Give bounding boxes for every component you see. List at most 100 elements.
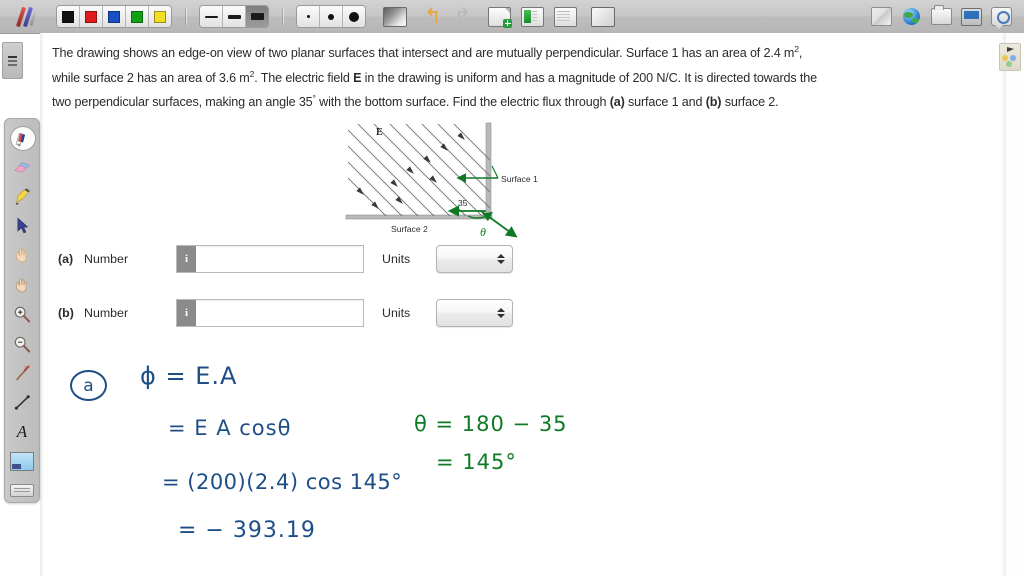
pen-set-icon[interactable] [16, 5, 42, 29]
text-tool-label: A [16, 422, 28, 442]
panel-tool[interactable] [9, 480, 35, 502]
color-swatch-group[interactable] [56, 5, 172, 28]
handwriting-green-line-1: θ = 180 − 35 [414, 412, 568, 436]
color-swatch-blue[interactable] [103, 6, 126, 27]
highlighter-tool[interactable] [9, 185, 35, 207]
answer-a-units-select[interactable] [436, 245, 513, 273]
hand-tool[interactable] [9, 273, 35, 295]
zoom-in-tool[interactable] [9, 303, 35, 325]
statement-line-3b: with the bottom surface. Find the electr… [315, 95, 610, 110]
toolbar-divider [185, 8, 186, 25]
dot-size-group[interactable] [296, 5, 366, 28]
theta-label: θ [480, 225, 486, 239]
toolbar-right-group [871, 5, 1024, 29]
answer-b-units-label: Units [382, 306, 411, 320]
surface-1-leader-tick [491, 165, 499, 179]
panel-icon [10, 484, 34, 498]
folder-icon[interactable] [931, 5, 952, 26]
answer-b-part-label: (b) [58, 306, 74, 320]
info-icon[interactable]: i [177, 300, 196, 326]
color-swatch-red[interactable] [80, 6, 103, 27]
surface-1-label: Surface 1 [501, 174, 538, 184]
answer-a-number-input[interactable] [196, 246, 363, 272]
zoom-in-icon [14, 306, 31, 323]
note-icon[interactable] [871, 7, 892, 26]
toolbar-divider [282, 8, 283, 25]
color-swatch-black[interactable] [57, 6, 80, 27]
answer-a-part-label: (a) [58, 252, 74, 266]
surface-1-wall [485, 122, 492, 218]
color-swatch-yellow[interactable] [149, 6, 171, 27]
info-icon[interactable]: i [177, 246, 196, 272]
dot-size-small[interactable] [297, 6, 320, 27]
dot-size-medium[interactable] [320, 6, 343, 27]
color-swatch-green[interactable] [126, 6, 149, 27]
eraser-icon [14, 161, 30, 173]
snapshot-icon [10, 451, 34, 471]
statement-line-2a: 2.4 m [763, 46, 795, 61]
handwriting-line-3: = (200)(2.4) cos 145° [162, 470, 403, 494]
angle-35-label: 35 [458, 198, 468, 208]
statement-line-4a: surface 1 and [628, 95, 706, 110]
undo-icon[interactable]: ↰ [424, 6, 442, 27]
handwriting-line-1: ϕ = E.A [140, 362, 238, 390]
statement-line-4b: surface 2. [721, 95, 779, 110]
handwriting-line-2: = E A cosθ [168, 416, 292, 440]
answer-b-number-input[interactable] [196, 300, 363, 326]
physics-diagram: E Surface 1 Surface 2 35 θ [340, 118, 560, 240]
field-label-E: E [376, 127, 383, 138]
image-icon[interactable] [383, 6, 407, 27]
laser-icon [15, 365, 29, 381]
tool-palette: A [4, 118, 40, 503]
surface-2-label: Surface 2 [391, 224, 428, 234]
snapshot-tool[interactable] [9, 450, 35, 472]
line-tool[interactable] [9, 391, 35, 413]
eraser-tool[interactable] [9, 155, 35, 177]
line-width-thick[interactable] [246, 6, 268, 27]
part-b-marker: (b) [705, 95, 722, 110]
problem-statement: The drawing shows an edge-on view of two… [52, 39, 817, 113]
sidebar-toggle[interactable] [2, 42, 23, 79]
dot-size-large[interactable] [343, 6, 365, 27]
pen-tool[interactable] [9, 126, 36, 152]
stepper-arrows-icon [497, 254, 505, 264]
right-gutter [1006, 33, 1024, 576]
zoom-out-icon [14, 336, 31, 353]
globe-icon[interactable] [901, 7, 922, 26]
whiteboard-app: ↰ ↱ A The drawing shows an edge-on view … [0, 0, 1024, 576]
line-icon [14, 395, 30, 411]
statement-line-2c: . The electric field [254, 70, 354, 85]
pointer-tool[interactable] [9, 214, 35, 236]
text-tool[interactable]: A [9, 421, 35, 443]
hand-light-tool[interactable] [9, 244, 35, 266]
diagram-svg: E Surface 1 Surface 2 35 θ [345, 122, 538, 239]
field-vector-extension [480, 210, 518, 238]
part-a-marker: (a) [609, 95, 625, 110]
statement-line-1: The drawing shows an edge-on view of two… [52, 46, 761, 61]
line-width-group[interactable] [199, 5, 269, 28]
cursor-icon [17, 217, 28, 234]
stepper-arrows-icon [497, 308, 505, 318]
answer-a-number-label: Number [84, 252, 129, 266]
redo-icon[interactable]: ↱ [454, 6, 472, 27]
top-toolbar: ↰ ↱ [0, 0, 1024, 34]
line-width-thin[interactable] [200, 6, 223, 27]
highlighter-icon [15, 188, 31, 206]
hand-icon [15, 277, 27, 292]
answer-b-number-field-wrap[interactable]: i [176, 299, 364, 327]
new-page-icon[interactable] [488, 6, 513, 28]
answer-row-a: (a) Number i Units [58, 245, 513, 273]
page-green-icon[interactable] [521, 6, 545, 27]
presentation-icon[interactable] [961, 7, 982, 26]
page-plain-icon[interactable] [554, 6, 578, 27]
page-thumbnail-widget[interactable] [999, 43, 1021, 71]
scribble-icon[interactable] [591, 6, 616, 27]
settings-icon[interactable] [991, 7, 1012, 29]
line-width-medium[interactable] [223, 6, 246, 27]
laser-tool[interactable] [9, 362, 35, 384]
handwriting-green-line-2: = 145° [436, 450, 517, 474]
answer-b-units-select[interactable] [436, 299, 513, 327]
answer-a-number-field-wrap[interactable]: i [176, 245, 364, 273]
zoom-out-tool[interactable] [9, 332, 35, 354]
hand-light-icon [16, 247, 27, 263]
